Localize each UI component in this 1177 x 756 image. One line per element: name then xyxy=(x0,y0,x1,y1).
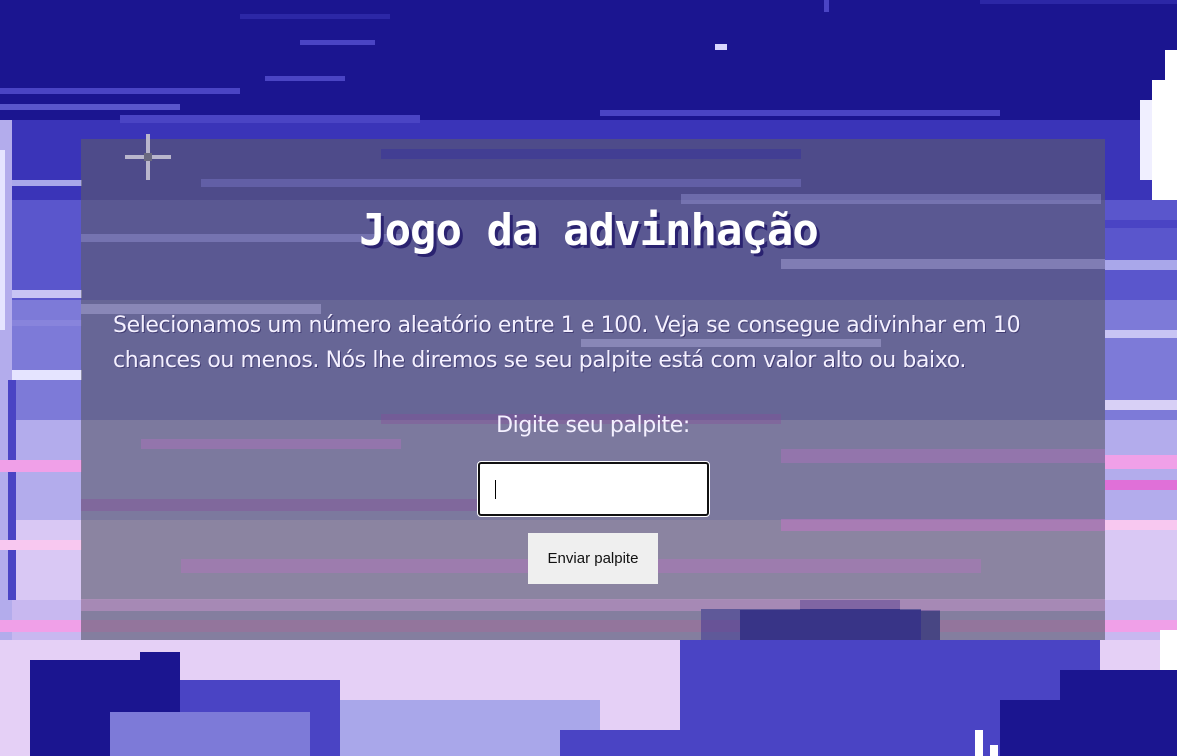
sparkle-icon xyxy=(125,134,171,180)
guessing-game-page: Jogo da advinhação Selecionamos um númer… xyxy=(0,0,1177,756)
text-caret xyxy=(495,480,496,499)
guess-label: Digite seu palpite: xyxy=(496,413,690,438)
game-description: Selecionamos um número aleatório entre 1… xyxy=(113,313,1021,373)
page-title: Jogo da advinhação xyxy=(359,205,819,256)
submit-guess-button[interactable]: Enviar palpite xyxy=(528,533,658,584)
guess-input[interactable] xyxy=(477,461,710,517)
